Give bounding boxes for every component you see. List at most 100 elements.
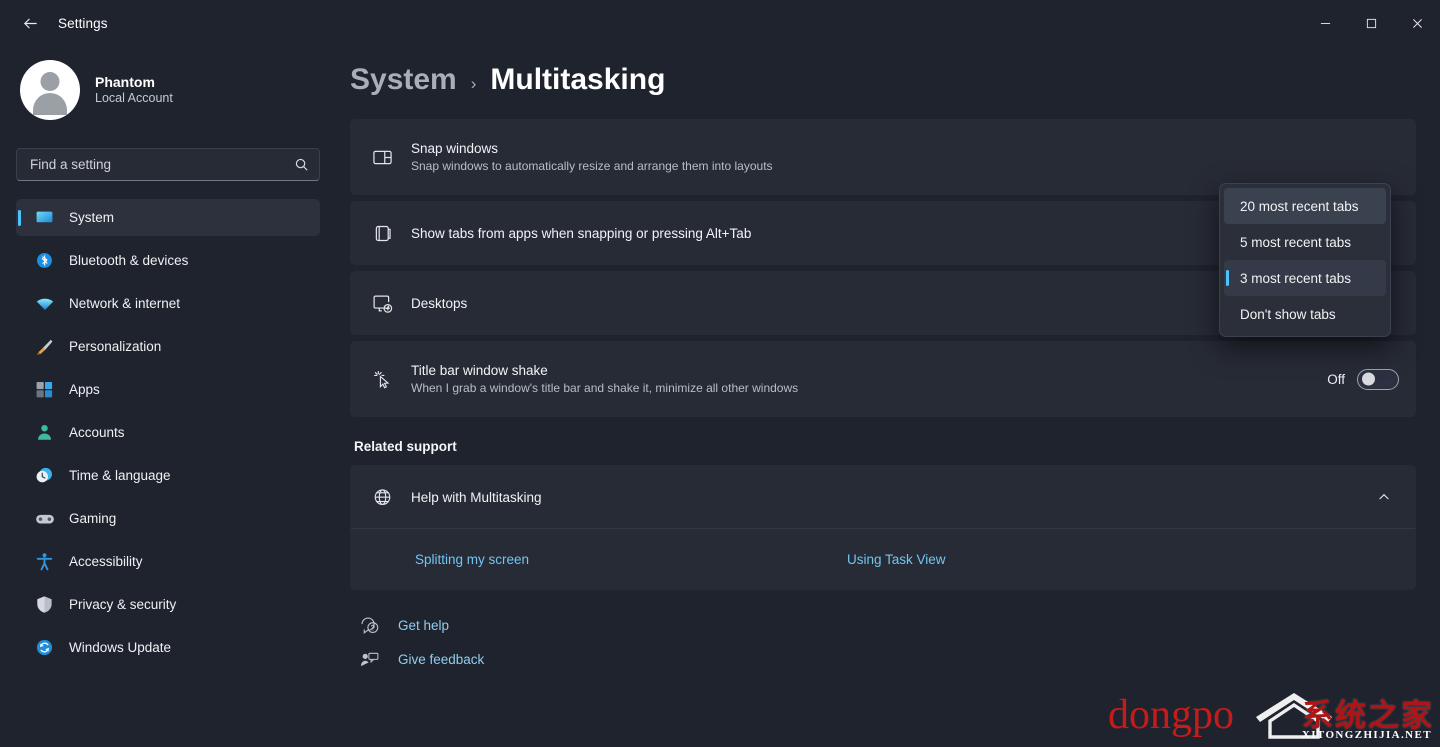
help-with-multitasking-row[interactable]: Help with Multitasking — [351, 466, 1415, 528]
dropdown-option-label: 20 most recent tabs — [1240, 199, 1359, 214]
main-content: System › Multitasking Snap windows — [336, 46, 1440, 747]
account-type: Local Account — [95, 91, 173, 105]
search-input[interactable] — [30, 157, 294, 172]
accessibility-person-icon — [34, 551, 55, 572]
search-icon — [294, 157, 309, 172]
breadcrumb: System › Multitasking — [350, 46, 1416, 119]
user-avatar-icon — [20, 60, 80, 120]
bluetooth-icon — [34, 250, 55, 271]
sidebar-item-gaming[interactable]: Gaming — [16, 500, 320, 537]
account-text: Phantom Local Account — [95, 74, 173, 105]
support-link-using-task-view[interactable]: Using Task View — [847, 552, 946, 567]
back-arrow-icon[interactable] — [10, 7, 50, 39]
sidebar: Phantom Local Account — [0, 46, 336, 747]
sidebar-item-label: Gaming — [69, 511, 116, 526]
sidebar-item-accounts[interactable]: Accounts — [16, 414, 320, 451]
clock-globe-icon — [34, 465, 55, 486]
dropdown-option-label: Don't show tabs — [1240, 307, 1336, 322]
wifi-icon — [34, 293, 55, 314]
dropdown-option-label: 3 most recent tabs — [1240, 271, 1351, 286]
sidebar-item-label: Time & language — [69, 468, 171, 483]
title-bar: Settings — [0, 0, 1440, 46]
dropdown-option-label: 5 most recent tabs — [1240, 235, 1351, 250]
account-block[interactable]: Phantom Local Account — [16, 46, 320, 124]
title-bar-shake-toggle[interactable] — [1357, 369, 1399, 390]
account-person-icon — [34, 422, 55, 443]
sidebar-item-apps[interactable]: Apps — [16, 371, 320, 408]
sidebar-item-label: Windows Update — [69, 640, 171, 655]
sidebar-item-label: Apps — [69, 382, 100, 397]
get-help-link[interactable]: Get help — [354, 608, 1416, 642]
sidebar-item-privacy-security[interactable]: Privacy & security — [16, 586, 320, 623]
support-link-splitting-my-screen[interactable]: Splitting my screen — [415, 552, 847, 567]
monitor-icon — [34, 207, 55, 228]
dropdown-option-5-most-recent-tabs[interactable]: 5 most recent tabs — [1224, 224, 1386, 260]
breadcrumb-separator-icon: › — [471, 74, 477, 94]
setting-title: Snap windows — [411, 141, 1383, 156]
give-feedback-link[interactable]: Give feedback — [354, 642, 1416, 676]
globe-help-icon — [369, 484, 395, 510]
dropdown-option-dont-show-tabs[interactable]: Don't show tabs — [1224, 296, 1386, 332]
related-support-heading: Related support — [354, 439, 1416, 454]
apps-grid-icon — [34, 379, 55, 400]
close-button[interactable] — [1394, 0, 1440, 46]
footer-link-label: Give feedback — [398, 652, 484, 667]
setting-row-title-bar-shake[interactable]: Title bar window shake When I grab a win… — [351, 342, 1415, 416]
page-title: Multitasking — [490, 63, 665, 97]
cursor-shake-icon — [369, 366, 395, 392]
paintbrush-icon — [34, 336, 55, 357]
dropdown-option-3-most-recent-tabs[interactable]: 3 most recent tabs — [1224, 260, 1386, 296]
dropdown-option-20-most-recent-tabs[interactable]: 20 most recent tabs — [1224, 188, 1386, 224]
feedback-person-icon — [358, 648, 380, 670]
sidebar-item-label: Accessibility — [69, 554, 143, 569]
setting-title: Help with Multitasking — [411, 490, 1353, 505]
settings-window: Settings Phantom Local Account — [0, 0, 1440, 747]
sidebar-item-label: Bluetooth & devices — [69, 253, 188, 268]
support-links-row: Splitting my screen Using Task View — [351, 529, 1415, 589]
sidebar-item-network-internet[interactable]: Network & internet — [16, 285, 320, 322]
breadcrumb-parent[interactable]: System — [350, 63, 457, 97]
window-controls — [1302, 0, 1440, 46]
related-support-card: Help with Multitasking Splitting my scre… — [350, 465, 1416, 590]
sidebar-item-label: System — [69, 210, 114, 225]
refresh-sync-icon — [34, 637, 55, 658]
setting-title: Title bar window shake — [411, 363, 1311, 378]
maximize-button[interactable] — [1348, 0, 1394, 46]
toggle-group: Off — [1327, 369, 1399, 390]
sidebar-item-windows-update[interactable]: Windows Update — [16, 629, 320, 666]
window-title: Settings — [58, 16, 108, 31]
snap-layout-icon — [369, 144, 395, 170]
sidebar-item-system[interactable]: System — [16, 199, 320, 236]
footer-link-label: Get help — [398, 618, 449, 633]
minimize-button[interactable] — [1302, 0, 1348, 46]
sidebar-item-label: Accounts — [69, 425, 125, 440]
help-question-icon — [358, 614, 380, 636]
sidebar-item-label: Network & internet — [69, 296, 180, 311]
chevron-up-icon[interactable] — [1369, 482, 1399, 512]
sidebar-item-accessibility[interactable]: Accessibility — [16, 543, 320, 580]
setting-text: Desktops — [411, 296, 1353, 311]
setting-description: Snap windows to automatically resize and… — [411, 159, 1383, 173]
setting-text: Title bar window shake When I grab a win… — [411, 363, 1311, 395]
setting-control: Off — [1327, 369, 1399, 390]
toggle-knob — [1362, 373, 1375, 386]
account-name: Phantom — [95, 74, 173, 90]
search-box[interactable] — [16, 148, 320, 181]
shield-icon — [34, 594, 55, 615]
sidebar-item-personalization[interactable]: Personalization — [16, 328, 320, 365]
toggle-state-label: Off — [1327, 372, 1345, 387]
sidebar-nav: System Bluetooth & devices — [16, 199, 320, 747]
footer-links: Get help Give feedback — [350, 608, 1416, 676]
gamepad-icon — [34, 508, 55, 529]
setting-control — [1369, 482, 1399, 512]
setting-text: Snap windows Snap windows to automatical… — [411, 141, 1383, 173]
setting-title: Desktops — [411, 296, 1353, 311]
desktop-add-icon — [369, 290, 395, 316]
window-body: Phantom Local Account — [0, 46, 1440, 747]
setting-description: When I grab a window's title bar and sha… — [411, 381, 1311, 395]
sidebar-item-label: Personalization — [69, 339, 161, 354]
sidebar-item-time-language[interactable]: Time & language — [16, 457, 320, 494]
sidebar-item-label: Privacy & security — [69, 597, 176, 612]
sidebar-item-bluetooth-devices[interactable]: Bluetooth & devices — [16, 242, 320, 279]
tabs-window-icon — [369, 220, 395, 246]
